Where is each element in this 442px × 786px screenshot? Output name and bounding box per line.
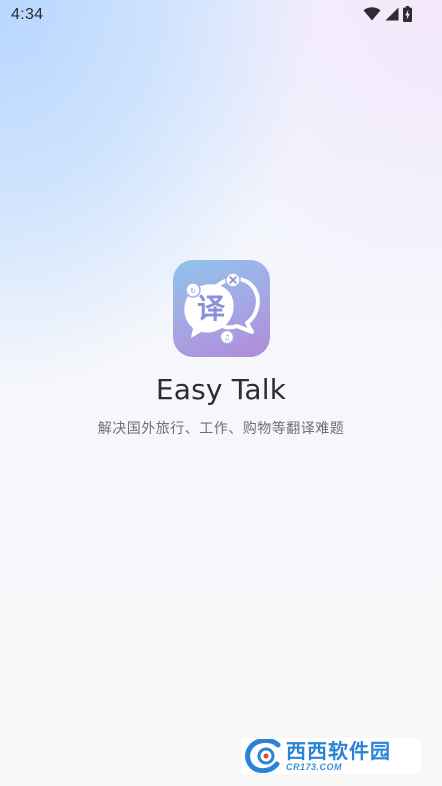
cellular-signal-icon (385, 7, 399, 21)
watermark: 西西软件园 CR173.COM (241, 738, 421, 774)
watermark-title: 西西软件园 (286, 738, 391, 763)
app-name: Easy Talk (155, 373, 287, 406)
status-time: 4:34 (11, 6, 44, 23)
svg-text:♫: ♫ (224, 334, 230, 342)
app-logo: ↻ ♫ 译 (173, 260, 270, 357)
status-icons (363, 6, 412, 22)
battery-charging-icon (403, 6, 412, 22)
watermark-subtitle: CR173.COM (286, 761, 343, 772)
svg-text:↻: ↻ (190, 287, 196, 295)
translate-chat-bubbles-icon: ↻ ♫ 译 (184, 272, 260, 345)
wifi-icon (363, 7, 381, 21)
watermark-logo-icon (245, 739, 281, 773)
status-bar: 4:34 (0, 0, 442, 30)
app-tagline: 解决国外旅行、工作、购物等翻译难题 (97, 421, 345, 437)
logo-glyph: 译 (197, 292, 226, 325)
